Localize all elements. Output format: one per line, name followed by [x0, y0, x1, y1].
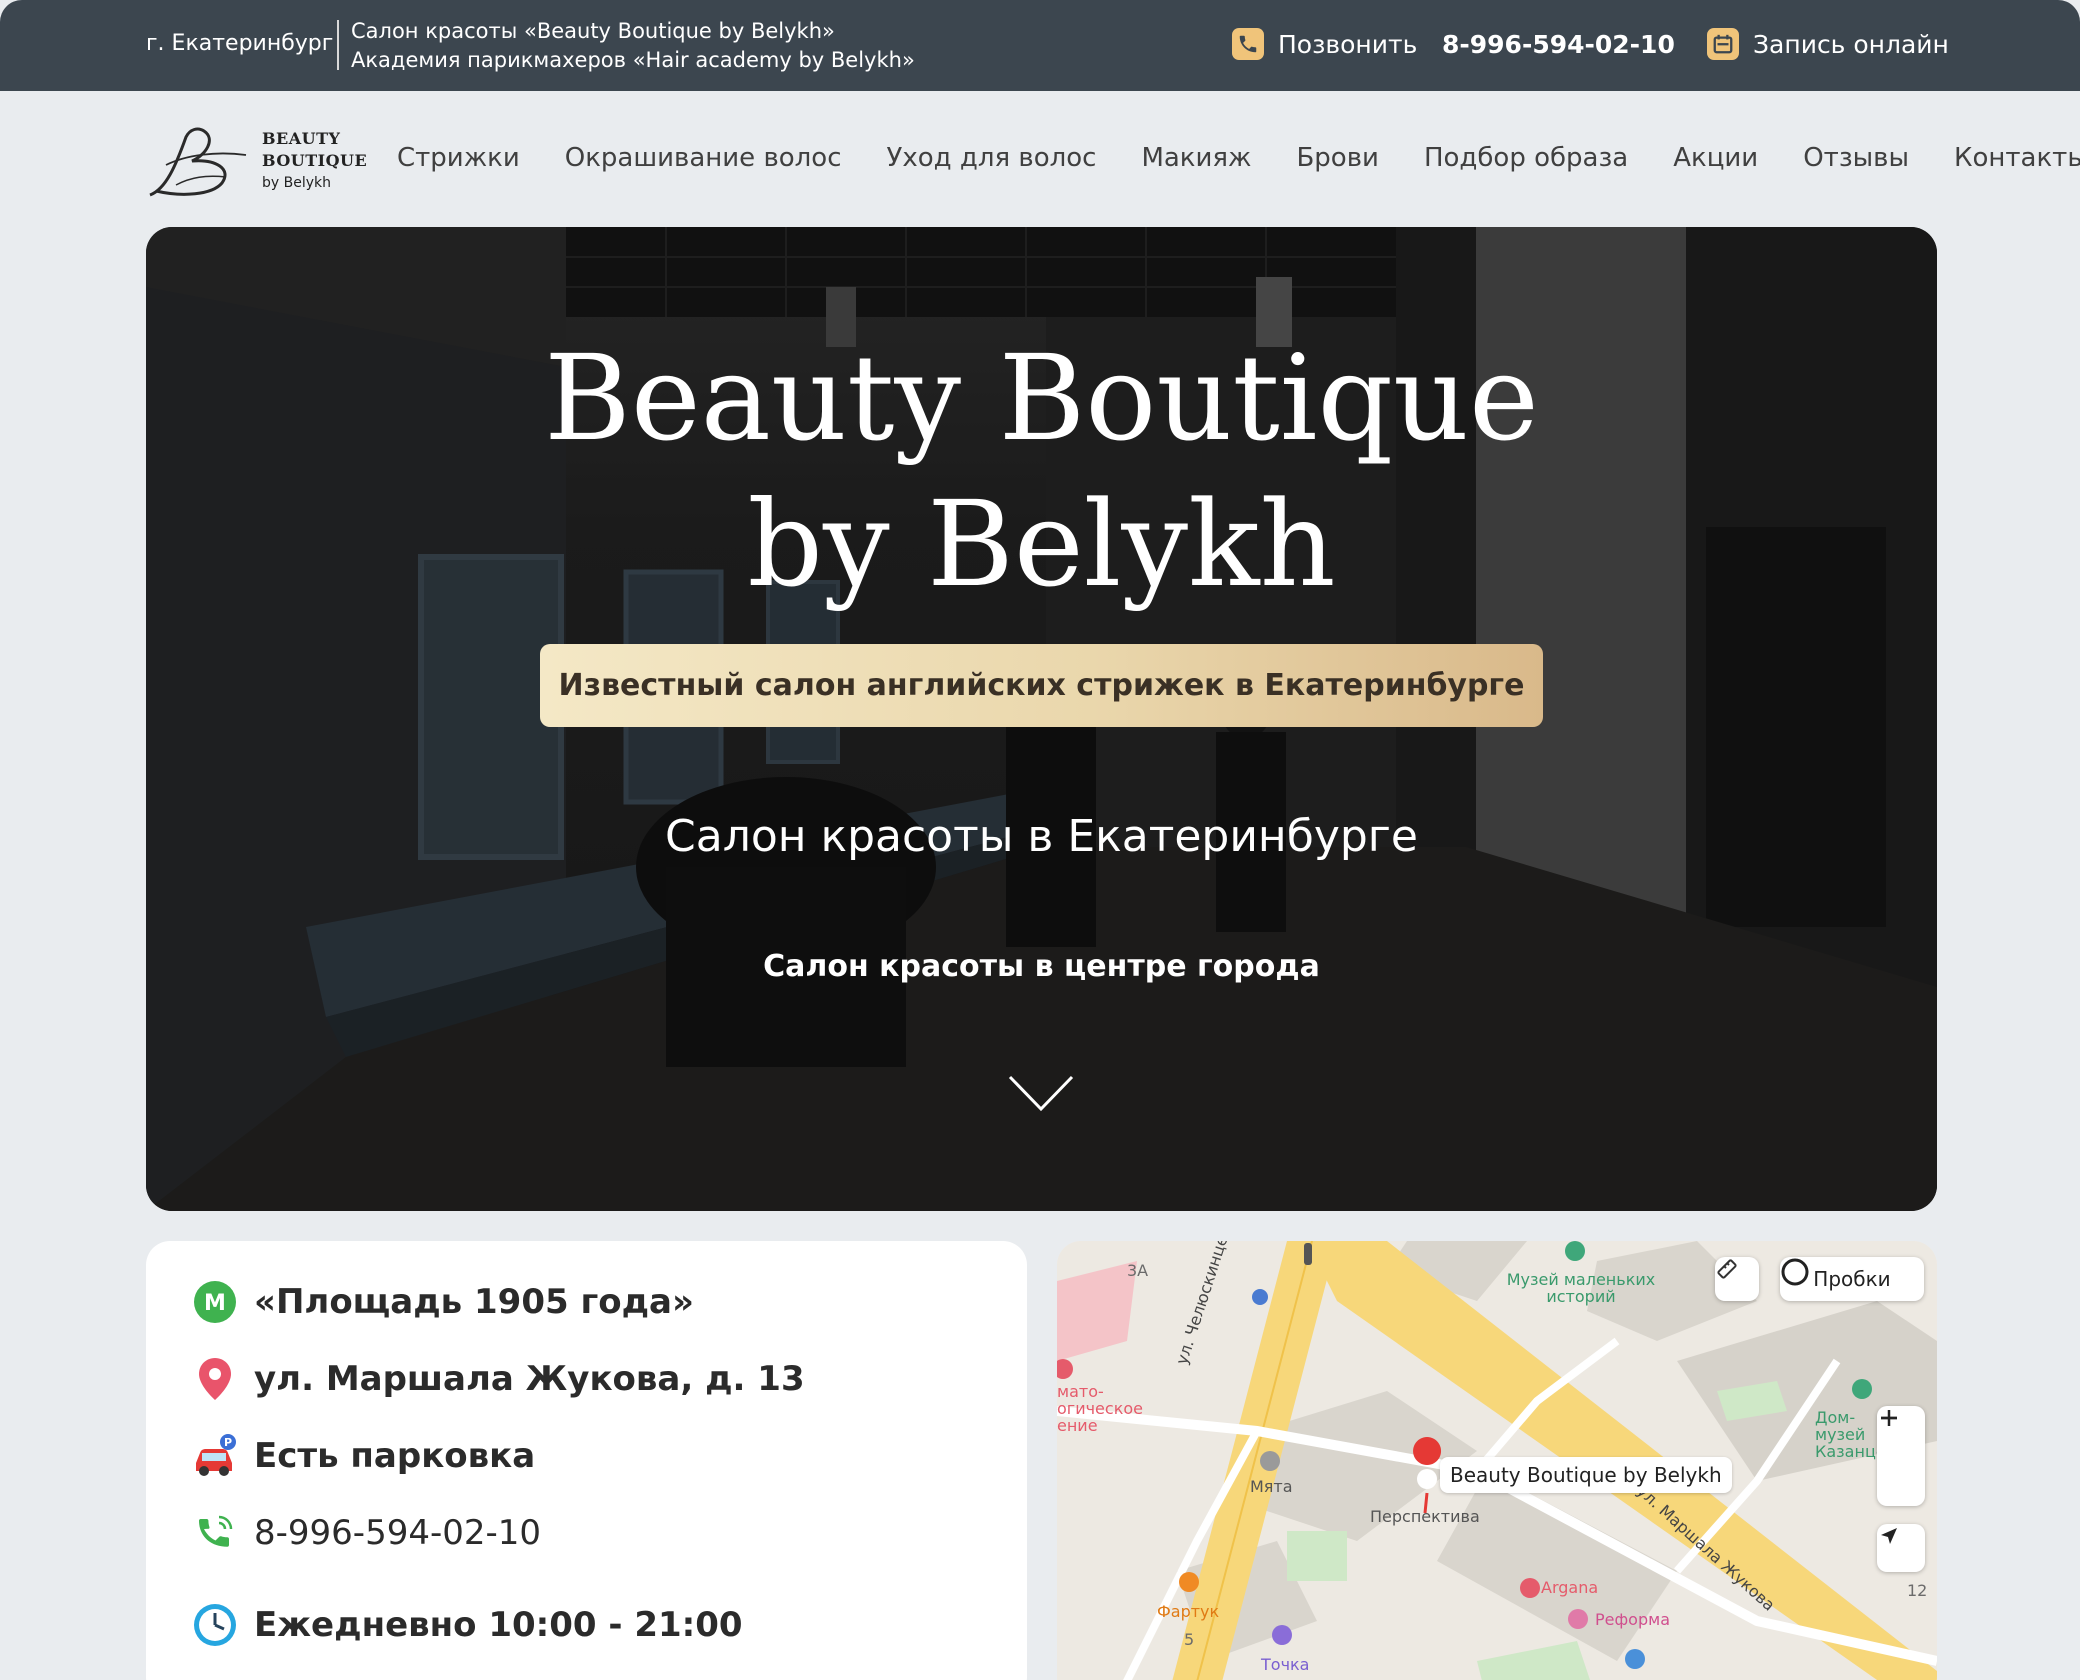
map-argana-label: Argana [1541, 1578, 1599, 1597]
working-hours: Ежедневно 10:00 - 21:00 [254, 1605, 743, 1645]
nav-item-brows[interactable]: Брови [1296, 143, 1378, 173]
clock-icon [192, 1602, 238, 1648]
header-phone-link[interactable]: 8-996-594-02-10 [1442, 30, 1675, 59]
academy-link[interactable]: Академия парикмахеров «Hair academy by B… [351, 46, 915, 75]
minus-icon [1881, 1416, 1897, 1420]
page: г. Екатеринбург Салон красоты «Beauty Bo… [0, 0, 2080, 1680]
phone-call-icon [192, 1510, 238, 1556]
svg-text:M: M [204, 1291, 226, 1316]
phone-number[interactable]: 8-996-594-02-10 [254, 1513, 541, 1553]
contact-info-card: M «Площадь 1905 года» ул. Маршала Жукова… [146, 1241, 1027, 1680]
hero-tagline: Салон красоты в центре города [763, 949, 1320, 984]
nav-item-contacts[interactable]: Контакты [1954, 143, 2080, 173]
map-tochka-label: Точка [1261, 1655, 1310, 1674]
call-label: Позвонить [1278, 29, 1418, 59]
hero-title-line-1: Beauty Boutique [544, 329, 1539, 467]
map-traffic-button[interactable]: Пробки [1780, 1257, 1924, 1301]
map-house-3a: 3А [1127, 1261, 1149, 1280]
hero-badge: Известный салон английских стрижек в Ека… [540, 644, 1543, 727]
city-selector[interactable]: г. Екатеринбург [146, 31, 333, 56]
brand-names: Салон красоты «Beauty Boutique by Belykh… [351, 17, 915, 75]
phone-row[interactable]: 8-996-594-02-10 [192, 1510, 541, 1556]
address-text: ул. Маршала Жукова, д. 13 [254, 1359, 805, 1399]
metro-icon: M [192, 1279, 238, 1325]
map-ruler-button[interactable] [1715, 1257, 1759, 1301]
nav-item-coloring[interactable]: Окрашивание волос [565, 143, 842, 173]
map-house-12: 12 [1907, 1581, 1928, 1600]
car-parking-icon: P [192, 1433, 238, 1479]
ruler-icon [1717, 1259, 1737, 1279]
navigation-arrow-icon [1881, 1528, 1897, 1544]
nav-item-haircuts[interactable]: Стрижки [397, 143, 520, 173]
logo-line-2: BOUTIQUE [262, 151, 368, 170]
salon-link[interactable]: Салон красоты «Beauty Boutique by Belykh… [351, 17, 915, 46]
hero-subtitle: Салон красоты в Екатеринбурге [665, 811, 1418, 862]
book-online-button[interactable]: Запись онлайн [1707, 28, 1949, 60]
book-online-label: Запись онлайн [1753, 29, 1949, 59]
address-row: ул. Маршала Жукова, д. 13 [192, 1356, 805, 1402]
traffic-icon [1781, 1258, 1809, 1286]
main-nav: BEAUTY BOUTIQUE by Belykh Стрижки Окраши… [0, 91, 2080, 227]
map-geolocation-button[interactable] [1877, 1524, 1925, 1572]
nav-item-hair-care[interactable]: Уход для волос [887, 143, 1097, 173]
hero-banner: Beauty Boutique by Belykh Известный сало… [146, 227, 1937, 1211]
logo-monogram-icon [149, 127, 247, 197]
hero-title-line-2: by Belykh [747, 475, 1336, 613]
call-button[interactable]: Позвонить [1232, 28, 1417, 60]
nav-item-image-selection[interactable]: Подбор образа [1424, 143, 1628, 173]
location-map[interactable]: 3А ул. Челюскинцев Музей маленьких истор… [1057, 1241, 1937, 1680]
nav-item-makeup[interactable]: Макияж [1141, 143, 1251, 173]
map-perspektiva-label: Перспектива [1370, 1507, 1480, 1526]
metro-row: M «Площадь 1905 года» [192, 1279, 694, 1325]
map-reforma-label: Реформа [1595, 1610, 1670, 1629]
svg-text:P: P [224, 1436, 232, 1449]
parking-text: Есть парковка [254, 1436, 536, 1476]
nav-menu: Стрижки Окрашивание волос Уход для волос… [397, 143, 2080, 173]
top-bar: г. Екатеринбург Салон красоты «Beauty Bo… [0, 0, 2080, 91]
metro-station: «Площадь 1905 года» [254, 1282, 694, 1322]
phone-icon [1232, 28, 1264, 60]
hours-row: Ежедневно 10:00 - 21:00 [192, 1602, 743, 1648]
map-fartuk-label: Фартук [1157, 1602, 1220, 1621]
scroll-down-chevron-icon[interactable] [1008, 1073, 1074, 1113]
top-divider [337, 20, 339, 70]
nav-item-promotions[interactable]: Акции [1673, 143, 1758, 173]
site-logo[interactable]: BEAUTY BOUTIQUE by Belykh [146, 125, 368, 201]
map-zoom-control [1877, 1406, 1925, 1506]
logo-line-1: BEAUTY [262, 129, 341, 148]
map-museum-label: Музей маленьких историй [1506, 1270, 1656, 1306]
calendar-icon [1707, 28, 1739, 60]
logo-line-3: by Belykh [262, 175, 331, 191]
map-pin-label[interactable]: Beauty Boutique by Belykh [1440, 1457, 1732, 1493]
map-clinic-label: мато-огическое ение [1057, 1382, 1143, 1435]
map-myata-label: Мята [1250, 1477, 1293, 1496]
nav-item-reviews[interactable]: Отзывы [1803, 143, 1909, 173]
traffic-label: Пробки [1813, 1267, 1891, 1291]
map-house-5: 5 [1184, 1630, 1195, 1649]
location-pin-icon [192, 1356, 238, 1402]
parking-row: P Есть парковка [192, 1433, 535, 1479]
